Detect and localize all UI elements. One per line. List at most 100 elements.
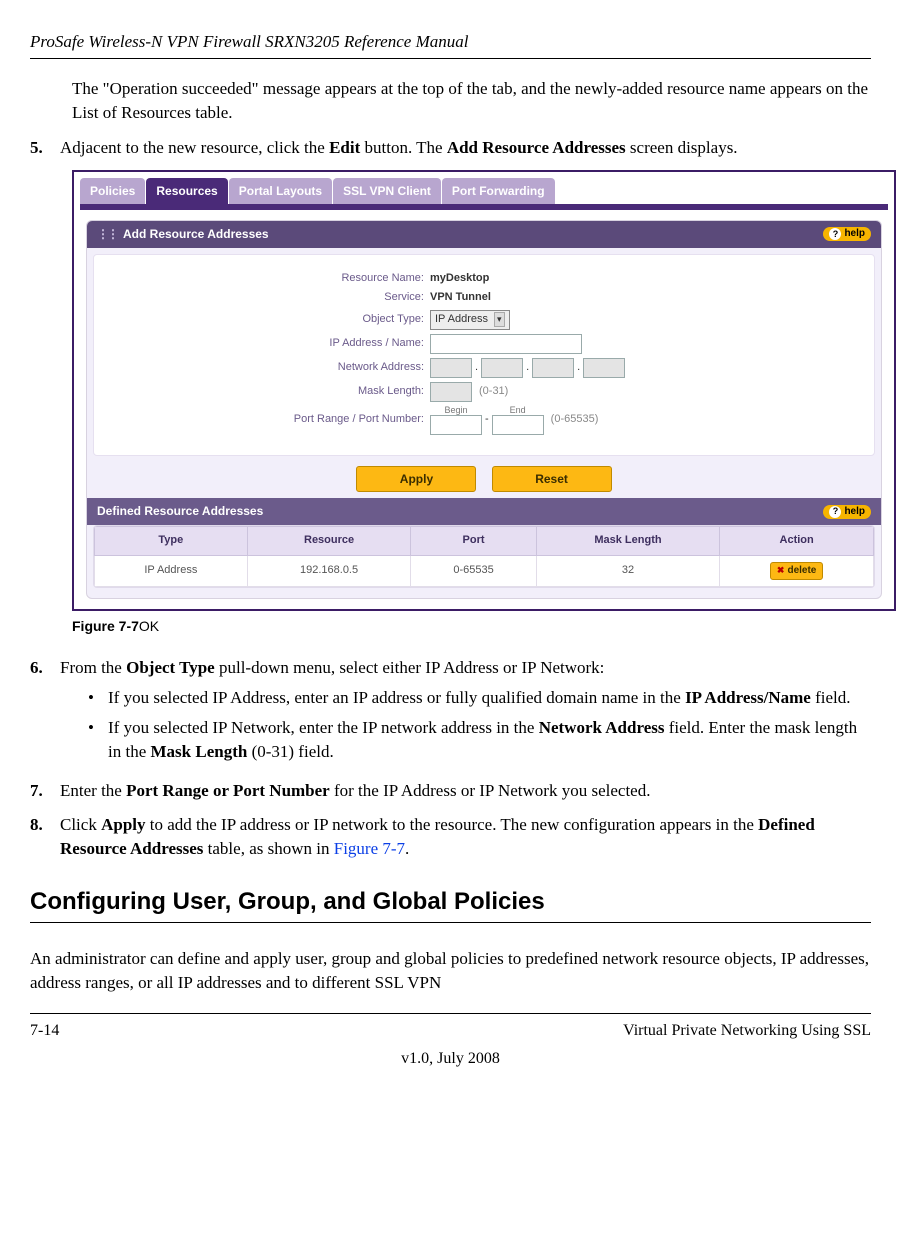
dash: - xyxy=(485,412,489,427)
bold: Mask Length xyxy=(151,742,248,761)
subpanel-title: Defined Resource Addresses xyxy=(97,503,263,520)
resource-name-value: myDesktop xyxy=(430,271,489,286)
text: Click xyxy=(60,815,101,834)
col-resource: Resource xyxy=(247,527,411,555)
port-end-input[interactable] xyxy=(492,415,544,435)
text: field. xyxy=(811,688,851,707)
port-range-label: Port Range / Port Number: xyxy=(114,412,430,427)
object-type-select[interactable]: IP Address xyxy=(430,310,510,330)
text: table, as shown in xyxy=(203,839,333,858)
cell-type: IP Address xyxy=(95,555,248,586)
network-address-label: Network Address: xyxy=(114,360,430,375)
figure-number: Figure 7-7 xyxy=(72,618,139,634)
bullet-mark: • xyxy=(88,716,108,764)
footer-right: Virtual Private Networking Using SSL xyxy=(623,1020,871,1042)
help-button[interactable]: help xyxy=(823,227,871,241)
reset-button[interactable]: Reset xyxy=(492,466,612,493)
heading-rule xyxy=(30,922,871,923)
step-5: 5. Adjacent to the new resource, click t… xyxy=(30,136,871,160)
page-footer: 7-14 Virtual Private Networking Using SS… xyxy=(30,1020,871,1042)
col-type: Type xyxy=(95,527,248,555)
bold: Object Type xyxy=(126,658,215,677)
step-7: 7. Enter the Port Range or Port Number f… xyxy=(30,779,871,803)
intro-paragraph: The "Operation succeeded" message appear… xyxy=(72,77,871,125)
step-number: 8. xyxy=(30,813,60,861)
mask-hint: (0-31) xyxy=(479,384,508,399)
text: If you selected IP Address, enter an IP … xyxy=(108,688,685,707)
port-hint: (0-65535) xyxy=(551,412,599,427)
mask-input[interactable] xyxy=(430,382,472,402)
net-octet-3[interactable] xyxy=(532,358,574,378)
port-begin-input[interactable] xyxy=(430,415,482,435)
panel-header: Add Resource Addresses help xyxy=(87,221,881,248)
cell-port: 0-65535 xyxy=(411,555,536,586)
service-label: Service: xyxy=(114,290,430,305)
figure-7-7: Policies Resources Portal Layouts SSL VP… xyxy=(72,170,871,610)
router-ui-screenshot: Policies Resources Portal Layouts SSL VP… xyxy=(72,170,896,610)
text: Enter the xyxy=(60,781,126,800)
page-number: 7-14 xyxy=(30,1020,59,1042)
button-row: Apply Reset xyxy=(87,466,881,493)
tab-ssl-vpn-client[interactable]: SSL VPN Client xyxy=(333,178,441,204)
text: screen displays. xyxy=(626,138,738,157)
closing-paragraph: An administrator can define and apply us… xyxy=(30,947,871,995)
net-octet-4[interactable] xyxy=(583,358,625,378)
header-rule xyxy=(30,58,871,59)
net-octet-2[interactable] xyxy=(481,358,523,378)
text: From the xyxy=(60,658,126,677)
panel-title: Add Resource Addresses xyxy=(97,226,269,243)
table-header-row: Type Resource Port Mask Length Action xyxy=(95,527,874,555)
delete-button[interactable]: delete xyxy=(770,562,823,580)
service-value: VPN Tunnel xyxy=(430,290,491,305)
cell-mask: 32 xyxy=(536,555,720,586)
add-resource-panel: Add Resource Addresses help Resource Nam… xyxy=(86,220,882,599)
running-header: ProSafe Wireless-N VPN Firewall SRXN3205… xyxy=(30,30,871,54)
tab-port-forwarding[interactable]: Port Forwarding xyxy=(442,178,555,204)
section-heading: Configuring User, Group, and Global Poli… xyxy=(30,885,871,919)
text: If you selected IP Network, enter the IP… xyxy=(108,718,539,737)
text: . xyxy=(405,839,409,858)
begin-label: Begin xyxy=(444,406,467,415)
step-body: From the Object Type pull-down menu, sel… xyxy=(60,656,871,769)
resource-name-label: Resource Name: xyxy=(114,271,430,286)
bold-edit: Edit xyxy=(329,138,360,157)
help-button-2[interactable]: help xyxy=(823,505,871,519)
step-8: 8. Click Apply to add the IP address or … xyxy=(30,813,871,861)
step-number: 5. xyxy=(30,136,60,160)
tab-resources[interactable]: Resources xyxy=(146,178,227,204)
bullet-mark: • xyxy=(88,686,108,710)
bold: Apply xyxy=(101,815,145,834)
text: Adjacent to the new resource, click the xyxy=(60,138,329,157)
col-mask: Mask Length xyxy=(536,527,720,555)
tab-policies[interactable]: Policies xyxy=(80,178,145,204)
ip-name-input[interactable] xyxy=(430,334,582,354)
col-port: Port xyxy=(411,527,536,555)
bullet-ip-address: • If you selected IP Address, enter an I… xyxy=(88,686,871,710)
mask-length-label: Mask Length: xyxy=(114,384,430,399)
step-number: 7. xyxy=(30,779,60,803)
tab-portal-layouts[interactable]: Portal Layouts xyxy=(229,178,332,204)
step-6: 6. From the Object Type pull-down menu, … xyxy=(30,656,871,769)
figure-xref[interactable]: Figure 7-7 xyxy=(334,839,405,858)
bullet-ip-network: • If you selected IP Network, enter the … xyxy=(88,716,871,764)
bold-add-resource: Add Resource Addresses xyxy=(447,138,626,157)
bold: IP Address/Name xyxy=(685,688,811,707)
cell-resource: 192.168.0.5 xyxy=(247,555,411,586)
figure-tail: OK xyxy=(139,618,159,634)
bold: Port Range or Port Number xyxy=(126,781,330,800)
net-octet-1[interactable] xyxy=(430,358,472,378)
end-label: End xyxy=(510,406,526,415)
text: pull-down menu, select either IP Address… xyxy=(215,658,605,677)
step-number: 6. xyxy=(30,656,60,769)
form-area: Resource Name: myDesktop Service: VPN Tu… xyxy=(93,254,875,456)
text: (0-31) field. xyxy=(247,742,333,761)
ip-name-label: IP Address / Name: xyxy=(114,336,430,351)
text: button. The xyxy=(360,138,447,157)
text: for the IP Address or IP Network you sel… xyxy=(330,781,651,800)
apply-button[interactable]: Apply xyxy=(356,466,476,493)
footer-rule xyxy=(30,1013,871,1014)
col-action: Action xyxy=(720,527,874,555)
text: to add the IP address or IP network to t… xyxy=(146,815,759,834)
figure-caption: Figure 7-7OK xyxy=(72,617,871,637)
table-row: IP Address 192.168.0.5 0-65535 32 delete xyxy=(95,555,874,586)
